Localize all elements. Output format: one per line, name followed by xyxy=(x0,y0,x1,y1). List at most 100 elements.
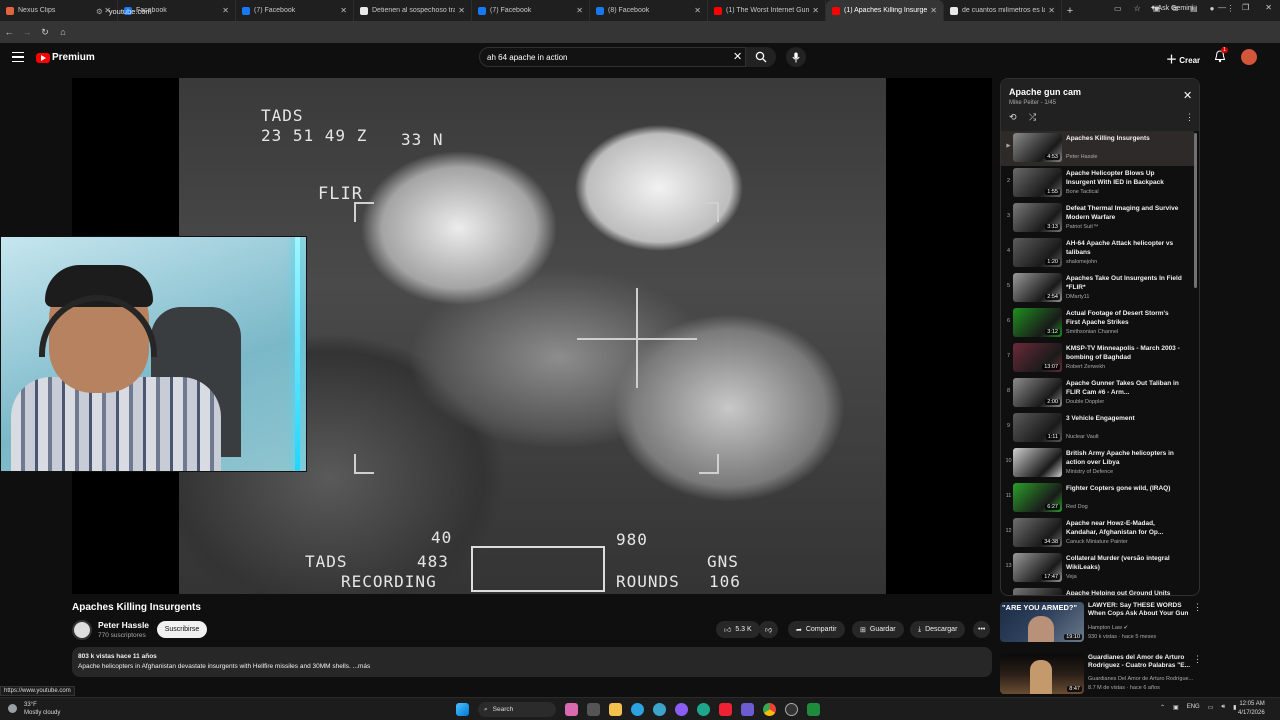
recommendation-item[interactable]: 8:47 Guardianes del Amor de Arturo Rodri… xyxy=(1000,654,1202,696)
clear-search-icon[interactable]: ✕ xyxy=(733,50,742,63)
close-window-icon[interactable]: ✕ xyxy=(1265,3,1272,12)
playlist-item[interactable]: 7 13:07 KMSP-TV Minneapolis - March 2003 -… xyxy=(1001,341,1194,376)
playlist-item-duration: 13:07 xyxy=(1042,364,1060,370)
shuffle-icon[interactable]: ⤮ xyxy=(1029,112,1036,123)
youtube-app-icon[interactable] xyxy=(719,703,732,716)
playlist-item-title: Actual Footage of Desert Storm's First A… xyxy=(1066,310,1169,326)
maximize-icon[interactable]: ❐ xyxy=(1242,3,1249,12)
channel-name[interactable]: Peter Hassle xyxy=(98,620,149,630)
playlist-item[interactable]: 5 2:54 Apaches Take Out Insurgents In Fiel… xyxy=(1001,271,1194,306)
edge-icon[interactable] xyxy=(653,703,666,716)
playlist-item[interactable]: 14Apache Helping out Ground Units xyxy=(1001,586,1194,596)
forward-icon[interactable]: → xyxy=(18,27,36,37)
playlist-item[interactable]: 10 British Army Apache helicopters in act… xyxy=(1001,446,1194,481)
recommendation-title: LAWYER: Say THESE WORDS When Cops Ask Ab… xyxy=(1088,602,1189,617)
home-icon[interactable]: ⌂ xyxy=(54,27,72,37)
channel-avatar[interactable] xyxy=(72,620,92,640)
taskbar-clock[interactable]: 12:05 AM 4/17/2026 xyxy=(1238,700,1265,718)
voice-search-button[interactable] xyxy=(786,47,806,67)
like-button[interactable]: 👍︎ 5.3 K xyxy=(716,621,760,638)
playlist-panel: Apache gun cam Mike Peiter - 1/45 ✕ ⟲ ⤮ … xyxy=(1000,78,1200,596)
save-button[interactable]: ⊞ Guardar xyxy=(852,621,904,638)
widgets-icon[interactable] xyxy=(565,703,578,716)
playlist-thumbnail: 34:38 xyxy=(1013,518,1062,547)
playlist-item[interactable]: 8 2:00 Apache Gunner Takes Out Taliban in … xyxy=(1001,376,1194,411)
playlist-item[interactable]: 9 1:11 3 Vehicle Engagement Nuclear Vault xyxy=(1001,411,1194,446)
back-icon[interactable]: ← xyxy=(0,27,18,37)
more-icon[interactable]: ⋮ xyxy=(1226,4,1234,14)
playlist-item-title: British Army Apache helicopters in actio… xyxy=(1066,450,1174,466)
app-grid-icon[interactable] xyxy=(741,703,754,716)
user-avatar[interactable] xyxy=(1241,49,1257,65)
language-indicator[interactable]: ENG xyxy=(1187,704,1200,711)
playlist-menu-icon[interactable]: ⋮ xyxy=(1185,112,1194,123)
download-icon: ⤓ xyxy=(918,625,922,633)
network-icon[interactable]: ▭ xyxy=(1208,704,1214,711)
weather-widget[interactable]: 33°F Mostly cloudy xyxy=(8,701,60,717)
tab-favicon-icon xyxy=(6,6,14,15)
hud-bracket-br xyxy=(699,454,719,474)
search-button[interactable] xyxy=(746,47,776,67)
edge-browser-icon[interactable] xyxy=(697,703,710,716)
sidebar-icon[interactable]: ▤ xyxy=(1190,4,1198,14)
clock-date: 4/17/2026 xyxy=(1238,710,1265,716)
playlist-item-duration: 4:53 xyxy=(1045,154,1060,160)
taskbar-search-input[interactable]: ⌕ Search xyxy=(478,702,556,717)
obs-icon[interactable] xyxy=(785,703,798,716)
playlist-item[interactable]: 4 1:20 AH-64 Apache Attack helicopter vs t… xyxy=(1001,236,1194,271)
tray-app-icon[interactable]: ▣ xyxy=(1173,704,1179,711)
reload-icon[interactable]: ↻ xyxy=(36,27,54,38)
battery-icon[interactable]: ▮ xyxy=(1233,704,1236,711)
subscribe-button[interactable]: Suscribirse xyxy=(157,621,207,638)
verified-icon: ✔ xyxy=(1123,625,1129,631)
search-input[interactable]: ah 64 apache in action xyxy=(479,47,746,67)
recommendation-menu-icon[interactable]: ⋮ xyxy=(1193,602,1202,613)
recommendation-item[interactable]: "ARE YOU ARMED?" 19:10 LAWYER: Say THESE… xyxy=(1000,602,1202,644)
recommendation-menu-icon[interactable]: ⋮ xyxy=(1193,654,1202,665)
tray-chevron-icon[interactable]: ⌃ xyxy=(1160,704,1165,711)
playlist-item-title: Apache Helping out Ground Units xyxy=(1066,590,1171,596)
windows-start-icon[interactable] xyxy=(456,703,469,716)
hud-bracket-tl xyxy=(354,202,374,222)
loop-icon[interactable]: ⟲ xyxy=(1009,112,1017,123)
chrome-icon[interactable] xyxy=(763,703,776,716)
more-actions-button[interactable]: ••• xyxy=(973,621,991,638)
profile-icon[interactable]: ● xyxy=(1210,4,1215,14)
playlist-thumbnail: 1:55 xyxy=(1013,168,1062,197)
playlist-item[interactable]: 6 3:12 Actual Footage of Desert Storm's Fi… xyxy=(1001,306,1194,341)
download-button[interactable]: ⤓ Descargar xyxy=(910,621,966,638)
file-explorer-icon[interactable] xyxy=(609,703,622,716)
close-playlist-icon[interactable]: ✕ xyxy=(1183,89,1192,102)
url-field[interactable]: ⚙ youtube.com xyxy=(84,4,1114,18)
playlist-item[interactable]: 3 3:13 Defeat Thermal Imaging and Survive … xyxy=(1001,201,1194,236)
playlist-item[interactable]: 11 6:27 Fighter Copters gone wild, (IRAQ) R… xyxy=(1001,481,1194,516)
xbox-icon[interactable] xyxy=(807,703,820,716)
task-view-icon[interactable] xyxy=(587,703,600,716)
create-button[interactable]: ＋ Crear xyxy=(1166,51,1200,67)
extension-icon[interactable]: ▣ xyxy=(1153,4,1161,14)
cast-icon[interactable]: ▭ xyxy=(1114,4,1122,14)
youtube-premium-logo[interactable]: Premium xyxy=(36,52,95,63)
share-button[interactable]: ➦ Compartir xyxy=(788,621,845,638)
bookmark-star-icon[interactable]: ☆ xyxy=(1134,4,1141,14)
playlist-item[interactable]: 2 1:55 Apache Helicopter Blows Up Insurgen… xyxy=(1001,166,1194,201)
playlist-item-title: Apaches Take Out Insurgents In Field *FL… xyxy=(1066,275,1182,291)
playlist-item[interactable]: 13 17:47 Collateral Murder (versão integra… xyxy=(1001,551,1194,586)
volume-icon[interactable]: 🔊︎ xyxy=(1221,704,1225,711)
playlist-title[interactable]: Apache gun cam xyxy=(1009,87,1081,97)
site-info-icon[interactable]: ⚙ xyxy=(96,7,103,16)
extensions-puzzle-icon[interactable]: ⧉ xyxy=(1172,4,1178,14)
youtube-header: Premium ah 64 apache in action ✕ ＋ Crear… xyxy=(0,44,1280,74)
hamburger-menu-icon[interactable] xyxy=(12,52,24,62)
playlist-scrollbar[interactable] xyxy=(1194,133,1197,288)
playlist-item[interactable]: ▶ 4:53 Apaches Killing Insurgents Peter Has… xyxy=(1001,131,1194,166)
telegram-icon[interactable] xyxy=(631,703,644,716)
recommendation-duration: 19:10 xyxy=(1064,634,1082,640)
messenger-icon[interactable] xyxy=(675,703,688,716)
description-box[interactable]: 803 k vistas hace 11 años Apache helicop… xyxy=(72,647,992,677)
playlist-item-channel: Canuck Miniature Painter xyxy=(1066,539,1128,545)
url-text: youtube.com xyxy=(108,6,152,16)
playlist-item-title: Apache Gunner Takes Out Taliban in FLIR … xyxy=(1066,380,1179,396)
playlist-item[interactable]: 12 34:38 Apache near Howz-E-Madad, Kandaha… xyxy=(1001,516,1194,551)
dislike-button[interactable]: 👎︎ xyxy=(759,621,779,638)
